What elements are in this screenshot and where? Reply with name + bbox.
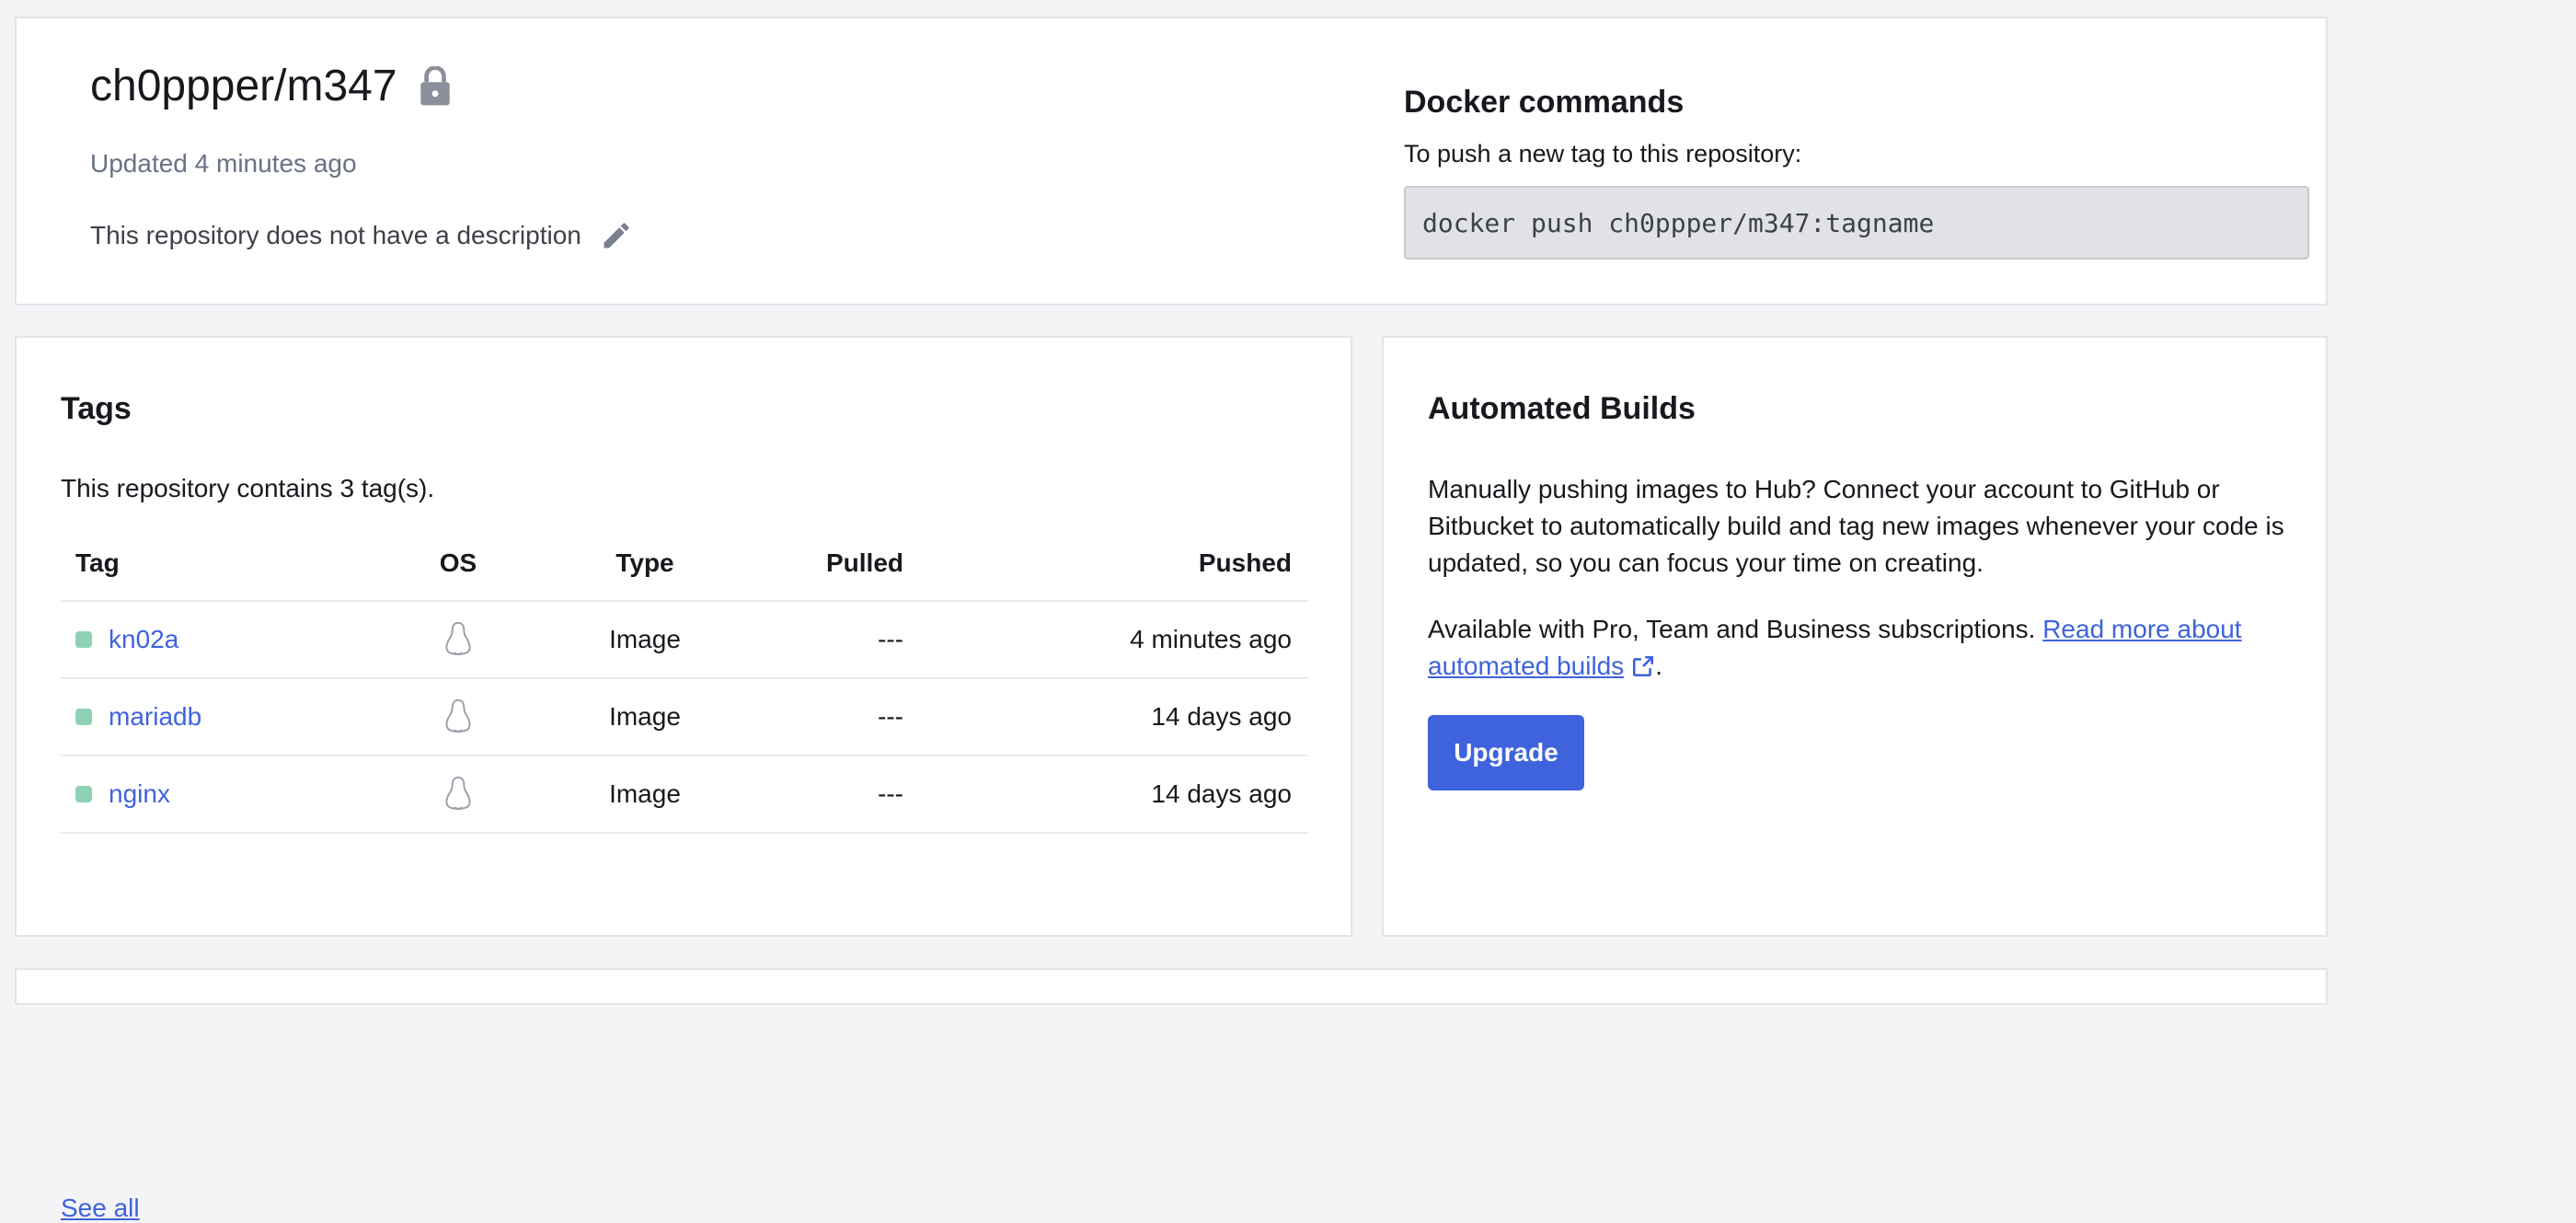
- bottom-card: [15, 968, 2328, 1005]
- linux-icon: [445, 776, 471, 811]
- tag-link[interactable]: kn02a: [109, 625, 178, 654]
- type-cell: Image: [609, 625, 681, 653]
- table-row: nginx Image --- 14 days ago: [61, 756, 1308, 834]
- os-cell: [427, 602, 489, 677]
- repo-updated-time: Updated 4 minutes ago: [90, 149, 357, 178]
- tags-title: Tags: [61, 391, 132, 426]
- docker-commands-title: Docker commands: [1404, 85, 1685, 120]
- pulled-cell: ---: [878, 779, 903, 808]
- column-header-pushed: Pushed: [1198, 548, 1292, 577]
- pulled-cell: ---: [878, 625, 903, 653]
- tag-link[interactable]: mariadb: [109, 702, 201, 732]
- pushed-cell: 14 days ago: [1151, 702, 1292, 731]
- tag-cell: mariadb: [75, 679, 201, 755]
- tags-table: Tag OS Type Pulled Pushed kn02a Image --…: [61, 526, 1308, 834]
- os-cell: [427, 756, 489, 832]
- automated-builds-card: Automated Builds Manually pushing images…: [1382, 336, 2328, 937]
- repository-header-card: ch0ppper/m347 Updated 4 minutes ago This…: [15, 17, 2328, 306]
- pencil-icon[interactable]: [600, 219, 633, 252]
- docker-push-command[interactable]: docker push ch0ppper/m347:tagname: [1404, 186, 2309, 260]
- pushed-cell: 14 days ago: [1151, 779, 1292, 808]
- tag-cell: nginx: [75, 756, 170, 832]
- automated-builds-description: Manually pushing images to Hub? Connect …: [1428, 475, 2284, 577]
- automated-builds-availability: Available with Pro, Team and Business su…: [1428, 611, 2293, 685]
- tags-card: Tags This repository contains 3 tag(s). …: [15, 336, 1352, 1222]
- status-dot: [75, 786, 92, 802]
- tag-cell: kn02a: [75, 602, 178, 677]
- column-header-os: OS: [439, 548, 477, 577]
- repo-title-row: ch0ppper/m347: [90, 64, 453, 109]
- linux-icon: [445, 621, 471, 656]
- column-header-pulled: Pulled: [825, 548, 903, 577]
- type-cell: Image: [609, 779, 681, 808]
- external-link-icon: [1633, 655, 1654, 677]
- repo-description: This repository does not have a descript…: [90, 221, 581, 249]
- column-header-tag: Tag: [75, 548, 120, 577]
- repo-name: ch0ppper/m347: [90, 62, 397, 110]
- tags-table-header: Tag OS Type Pulled Pushed: [61, 526, 1308, 602]
- lock-icon: [420, 66, 450, 106]
- upgrade-button[interactable]: Upgrade: [1428, 715, 1584, 790]
- status-dot: [75, 631, 92, 648]
- repo-description-row: This repository does not have a descript…: [90, 219, 633, 252]
- see-all-link[interactable]: See all: [61, 1194, 140, 1223]
- table-row: kn02a Image --- 4 minutes ago: [61, 602, 1308, 679]
- pushed-cell: 4 minutes ago: [1130, 625, 1292, 653]
- tags-count-text: This repository contains 3 tag(s).: [61, 474, 435, 502]
- linux-icon: [445, 698, 471, 733]
- pulled-cell: ---: [878, 702, 903, 731]
- automated-builds-title: Automated Builds: [1428, 391, 1696, 426]
- tag-link[interactable]: nginx: [109, 779, 170, 809]
- status-dot: [75, 709, 92, 725]
- link-suffix: .: [1655, 652, 1663, 680]
- table-row: mariadb Image --- 14 days ago: [61, 679, 1308, 756]
- column-header-type: Type: [615, 548, 674, 577]
- type-cell: Image: [609, 702, 681, 731]
- docker-commands-subtitle: To push a new tag to this repository:: [1404, 140, 1802, 167]
- availability-text: Available with Pro, Team and Business su…: [1428, 615, 2036, 643]
- os-cell: [427, 679, 489, 755]
